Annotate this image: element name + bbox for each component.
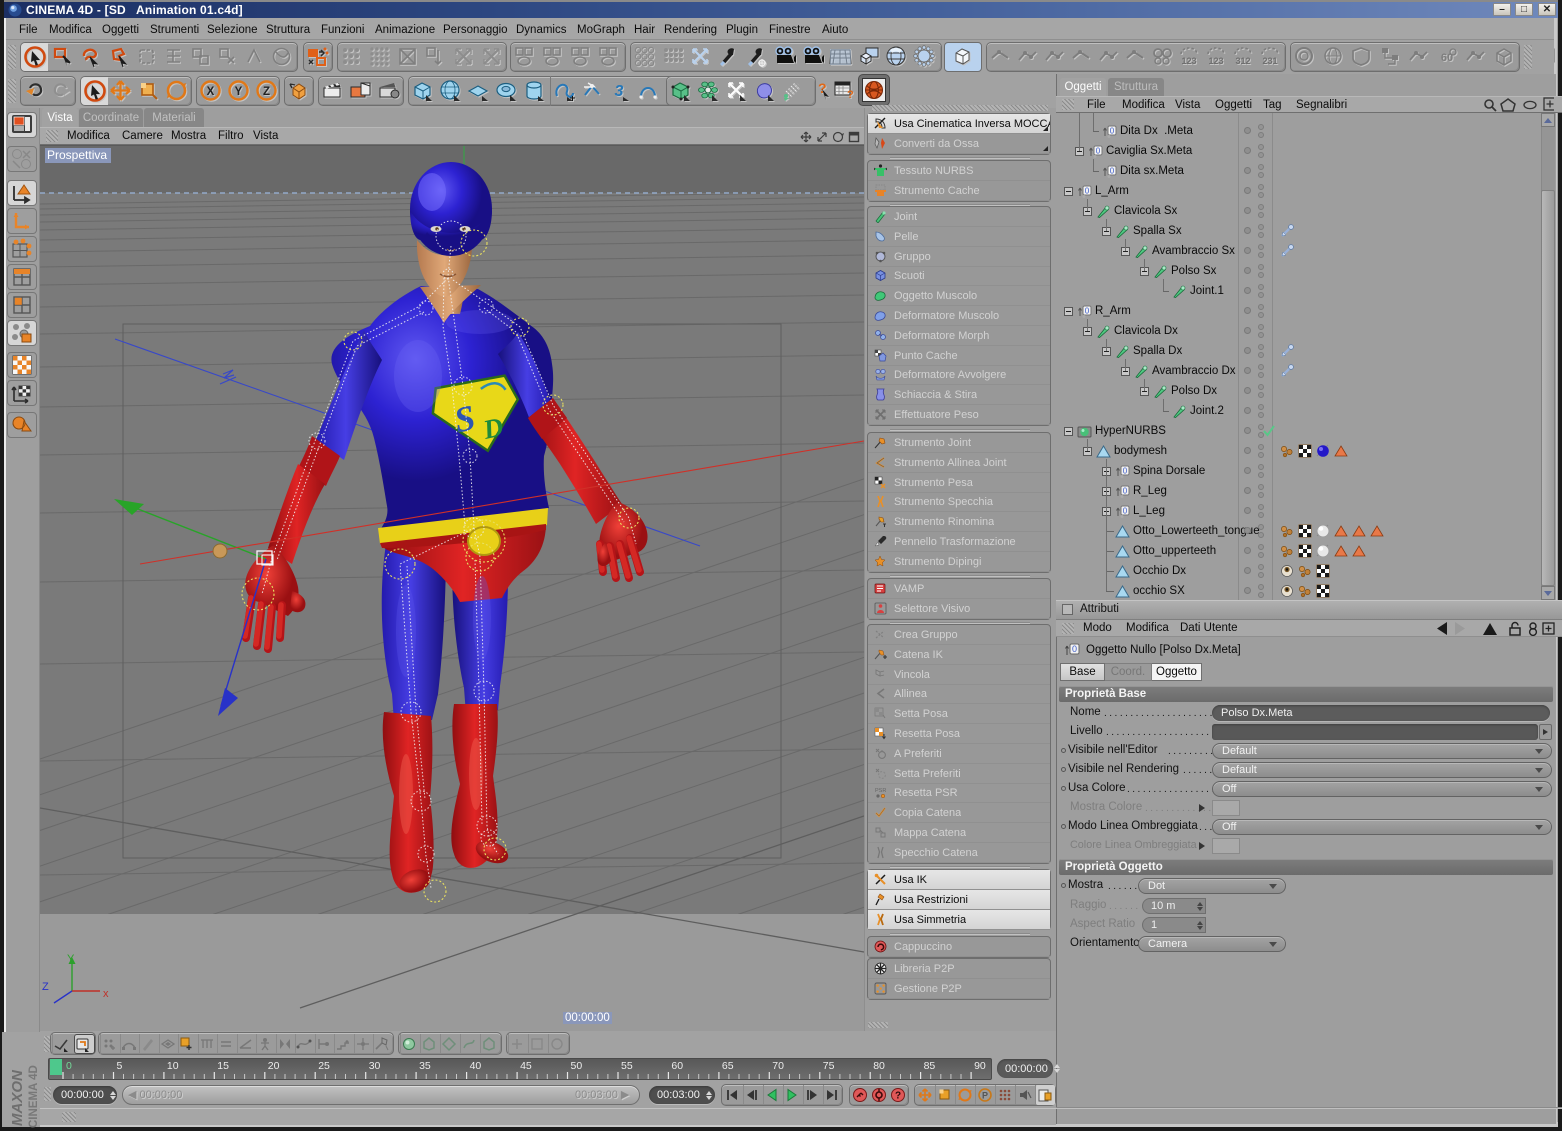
svg-text:40: 40 bbox=[470, 1060, 482, 1072]
svg-text:0: 0 bbox=[1096, 146, 1101, 155]
svg-text:0: 0 bbox=[1123, 466, 1128, 475]
svg-text:0: 0 bbox=[1085, 186, 1090, 195]
svg-text:0: 0 bbox=[66, 1060, 72, 1072]
svg-text:90: 90 bbox=[974, 1060, 986, 1072]
svg-text:?: ? bbox=[895, 1091, 901, 1102]
svg-text:60: 60 bbox=[671, 1060, 683, 1072]
svg-text:P: P bbox=[982, 1091, 988, 1101]
svg-text:75: 75 bbox=[823, 1060, 835, 1072]
svg-text:?: ? bbox=[847, 89, 854, 101]
svg-text:5: 5 bbox=[117, 1060, 123, 1072]
svg-text:30: 30 bbox=[369, 1060, 381, 1072]
svg-text:3: 3 bbox=[615, 83, 624, 100]
svg-text:Z: Z bbox=[263, 86, 270, 98]
svg-text:45: 45 bbox=[520, 1060, 532, 1072]
svg-text:35: 35 bbox=[419, 1060, 431, 1072]
svg-text:20: 20 bbox=[268, 1060, 280, 1072]
svg-text:X: X bbox=[207, 86, 215, 98]
svg-text:70: 70 bbox=[772, 1060, 784, 1072]
svg-text:0: 0 bbox=[1110, 166, 1115, 175]
svg-text:55: 55 bbox=[621, 1060, 633, 1072]
svg-text:123: 123 bbox=[1181, 56, 1196, 66]
svg-text:312: 312 bbox=[1235, 56, 1250, 66]
svg-text:10: 10 bbox=[167, 1060, 179, 1072]
svg-text:231: 231 bbox=[1262, 56, 1277, 66]
svg-text:Y: Y bbox=[235, 86, 243, 98]
svg-text:80: 80 bbox=[873, 1060, 885, 1072]
svg-text:MAXON: MAXON bbox=[9, 1069, 26, 1126]
svg-text:0: 0 bbox=[1110, 126, 1115, 135]
svg-text:65: 65 bbox=[722, 1060, 734, 1072]
svg-text:CINEMA 4D: CINEMA 4D bbox=[28, 1065, 40, 1128]
svg-text:x: x bbox=[103, 988, 109, 1000]
svg-text:PSR: PSR bbox=[875, 788, 886, 794]
svg-text:123: 123 bbox=[1208, 56, 1223, 66]
svg-text:0: 0 bbox=[1072, 644, 1077, 654]
svg-text:15: 15 bbox=[217, 1060, 229, 1072]
svg-text:85: 85 bbox=[924, 1060, 936, 1072]
svg-text:50: 50 bbox=[571, 1060, 583, 1072]
svg-text:0: 0 bbox=[1123, 486, 1128, 495]
svg-text:Z: Z bbox=[42, 981, 49, 993]
svg-text:0: 0 bbox=[1123, 506, 1128, 515]
svg-text:Y: Y bbox=[67, 953, 75, 965]
svg-text:25: 25 bbox=[318, 1060, 330, 1072]
svg-text:0: 0 bbox=[1085, 306, 1090, 315]
